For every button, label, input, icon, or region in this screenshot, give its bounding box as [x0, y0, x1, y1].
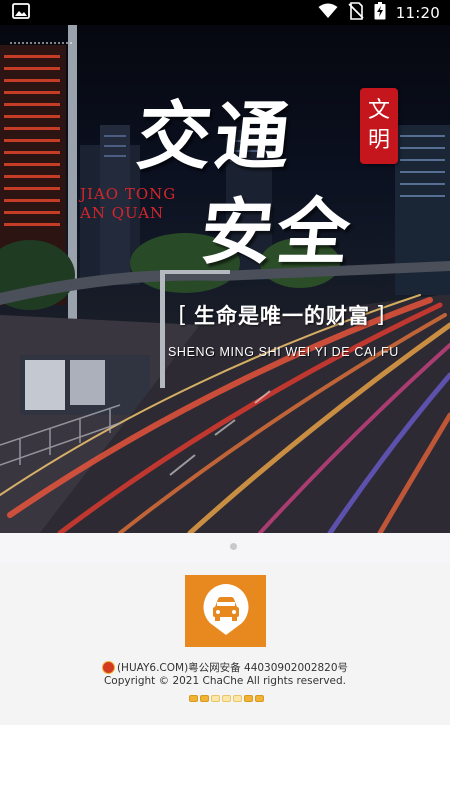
slogan-bracket-right: ]: [376, 302, 386, 328]
loading-dot: [222, 695, 231, 702]
carousel-dot-active[interactable]: [230, 543, 237, 550]
slogan-pinyin: SHENG MING SHI WEI YI DE CAI FU: [168, 345, 399, 359]
seal-char-2: 明: [367, 128, 390, 153]
footer: (HUAY6.COM)粤公网安备 44030902002820号 Copyrig…: [0, 563, 450, 725]
bottom-blank-area: [0, 725, 450, 800]
app-logo: [185, 575, 266, 647]
banner-carousel[interactable]: 交通 安全 文 明 JIAO TONG AN QUAN [ 生命是唯一的财富 ]…: [0, 25, 450, 533]
status-left: [12, 2, 30, 23]
pinyin-line1: JIAO TONG: [80, 185, 177, 203]
banner-slogan: [ 生命是唯一的财富 ]: [146, 297, 418, 333]
slogan-bracket-left: [: [178, 302, 188, 328]
pinyin-line2: AN QUAN: [80, 204, 165, 222]
slogan-text: 生命是唯一的财富: [194, 304, 370, 328]
loading-dot: [255, 695, 264, 702]
battery-charging-icon: [374, 1, 386, 24]
police-badge-icon: [101, 661, 115, 674]
banner-title-line1: 交通: [132, 94, 298, 180]
status-bar: 11:20: [0, 0, 450, 25]
carousel-indicator-strip: [0, 533, 450, 563]
loading-indicator: [189, 695, 264, 702]
icp-record: (HUAY6.COM)粤公网安备 44030902002820号: [0, 660, 450, 675]
no-sim-icon: [348, 1, 364, 24]
icp-text[interactable]: (HUAY6.COM)粤公网安备 44030902002820号: [117, 660, 348, 675]
loading-dot: [211, 695, 220, 702]
loading-dot: [189, 695, 198, 702]
copyright-text: Copyright © 2021 ChaChe All rights reser…: [103, 675, 347, 687]
seal-char-1: 文: [367, 98, 390, 123]
wifi-icon: [318, 3, 338, 23]
loading-dot: [244, 695, 253, 702]
image-icon: [12, 2, 30, 23]
status-time: 11:20: [395, 3, 440, 22]
loading-dot: [200, 695, 209, 702]
banner-title-line2: 安全: [196, 189, 358, 274]
car-location-icon: [200, 581, 252, 641]
status-right: 11:20: [318, 1, 440, 24]
red-seal: 文 明: [360, 88, 398, 164]
pinyin-red: JIAO TONG AN QUAN: [80, 185, 176, 223]
loading-dot: [233, 695, 242, 702]
